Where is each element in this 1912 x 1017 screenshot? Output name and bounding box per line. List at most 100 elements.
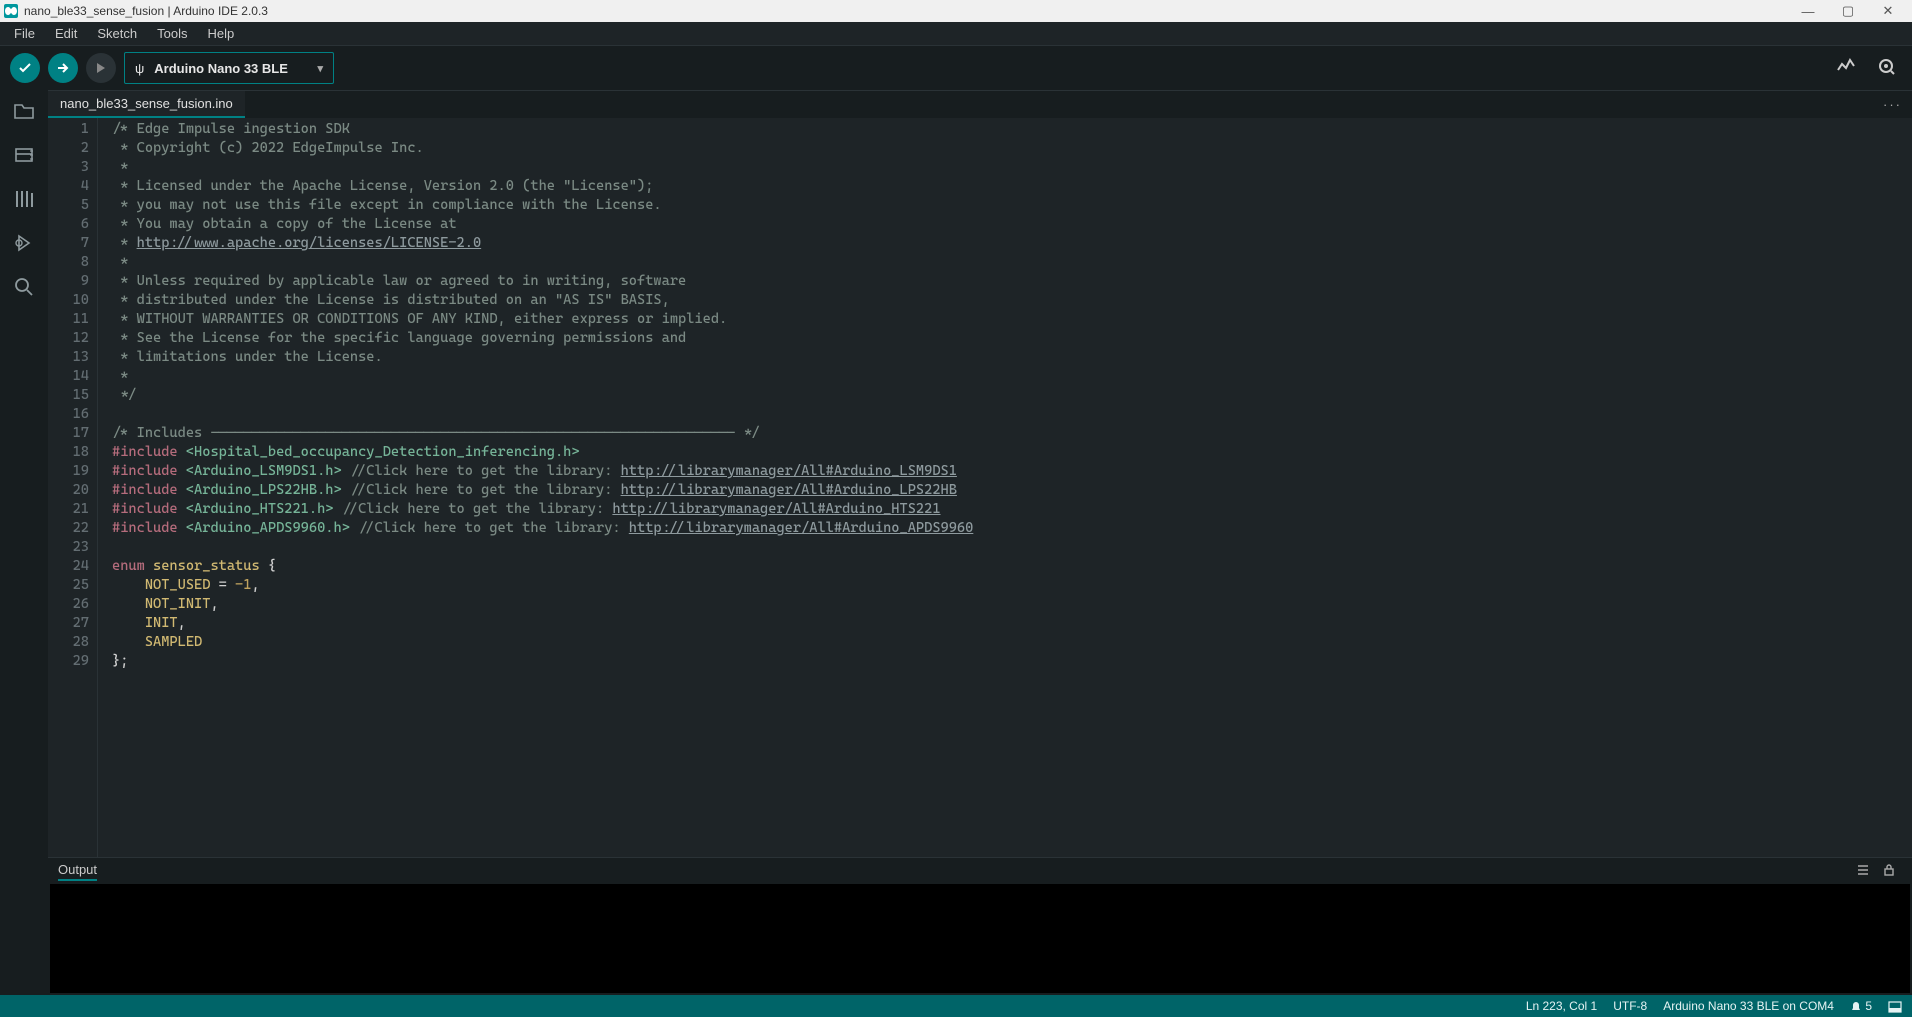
usb-icon: ψ: [135, 61, 144, 76]
folder-icon: [13, 100, 35, 122]
line-number: 17: [48, 424, 89, 443]
library-icon: [13, 188, 35, 210]
titlebar: nano_ble33_sense_fusion | Arduino IDE 2.…: [0, 0, 1912, 22]
line-number: 22: [48, 519, 89, 538]
output-body: [50, 884, 1910, 993]
wrap-icon: [1856, 863, 1870, 877]
sidebar: [0, 90, 48, 995]
close-button[interactable]: ✕: [1868, 3, 1908, 19]
board-name: Arduino Nano 33 BLE: [154, 61, 288, 76]
code-line: };: [112, 652, 1912, 671]
status-cursor[interactable]: Ln 223, Col 1: [1526, 999, 1597, 1013]
code-line: * WITHOUT WARRANTIES OR CONDITIONS OF AN…: [112, 310, 1912, 329]
sidebar-sketchbook[interactable]: [11, 98, 37, 124]
code-line: * distributed under the License is distr…: [112, 291, 1912, 310]
debug-icon: [13, 232, 35, 254]
code-line: INIT,: [112, 614, 1912, 633]
editor-column: nano_ble33_sense_fusion.ino ··· 12345678…: [48, 90, 1912, 995]
board-icon: [13, 144, 35, 166]
line-number: 28: [48, 633, 89, 652]
code-editor[interactable]: 1234567891011121314151617181920212223242…: [48, 118, 1912, 857]
maximize-button[interactable]: ▢: [1828, 3, 1868, 19]
code-line: [112, 538, 1912, 557]
code-line: *: [112, 367, 1912, 386]
tab-more-button[interactable]: ···: [1873, 91, 1912, 118]
serial-plotter-button[interactable]: [1830, 56, 1862, 81]
arrow-right-icon: [55, 60, 71, 76]
status-close-panel[interactable]: [1888, 999, 1902, 1013]
upload-button[interactable]: [48, 53, 78, 83]
line-gutter: 1234567891011121314151617181920212223242…: [48, 118, 98, 857]
sidebar-search[interactable]: [11, 274, 37, 300]
code-line: * Copyright (c) 2022 EdgeImpulse Inc.: [112, 139, 1912, 158]
line-number: 9: [48, 272, 89, 291]
line-number: 15: [48, 386, 89, 405]
main-row: nano_ble33_sense_fusion.ino ··· 12345678…: [0, 90, 1912, 995]
debug-button[interactable]: [86, 53, 116, 83]
tab-active[interactable]: nano_ble33_sense_fusion.ino: [48, 91, 245, 118]
statusbar: Ln 223, Col 1 UTF-8 Arduino Nano 33 BLE …: [0, 995, 1912, 1017]
menu-help[interactable]: Help: [197, 24, 244, 43]
code-line: */: [112, 386, 1912, 405]
check-icon: [17, 60, 33, 76]
code-line: * limitations under the License.: [112, 348, 1912, 367]
board-selector[interactable]: ψ Arduino Nano 33 BLE ▾: [124, 52, 334, 84]
code-line: *: [112, 158, 1912, 177]
menu-edit[interactable]: Edit: [45, 24, 87, 43]
code-line: #include <Arduino_LPS22HB.h> //Click her…: [112, 481, 1912, 500]
output-wrap-icon[interactable]: [1850, 863, 1876, 880]
code-line: * You may obtain a copy of the License a…: [112, 215, 1912, 234]
code-line: NOT_USED = -1,: [112, 576, 1912, 595]
plotter-icon: [1836, 56, 1856, 76]
serial-monitor-button[interactable]: [1870, 56, 1902, 81]
code-lines: /* Edge Impulse ingestion SDK * Copyrigh…: [98, 118, 1912, 857]
line-number: 7: [48, 234, 89, 253]
bell-icon: [1850, 1001, 1862, 1013]
sidebar-debug[interactable]: [11, 230, 37, 256]
line-number: 5: [48, 196, 89, 215]
line-number: 27: [48, 614, 89, 633]
code-line: /* Includes ----------------------------…: [112, 424, 1912, 443]
line-number: 12: [48, 329, 89, 348]
code-line: SAMPLED: [112, 633, 1912, 652]
sidebar-boards-manager[interactable]: [11, 142, 37, 168]
line-number: 8: [48, 253, 89, 272]
menu-sketch[interactable]: Sketch: [87, 24, 147, 43]
sidebar-library-manager[interactable]: [11, 186, 37, 212]
output-title: Output: [58, 862, 97, 881]
line-number: 25: [48, 576, 89, 595]
line-number: 13: [48, 348, 89, 367]
line-number: 6: [48, 215, 89, 234]
menubar: File Edit Sketch Tools Help: [0, 22, 1912, 46]
tab-label: nano_ble33_sense_fusion.ino: [60, 96, 233, 111]
line-number: 11: [48, 310, 89, 329]
status-encoding[interactable]: UTF-8: [1613, 999, 1647, 1013]
window-title: nano_ble33_sense_fusion | Arduino IDE 2.…: [24, 4, 268, 18]
lock-icon: [1882, 863, 1896, 877]
output-lock-icon[interactable]: [1876, 863, 1902, 880]
code-line: * you may not use this file except in co…: [112, 196, 1912, 215]
line-number: 21: [48, 500, 89, 519]
code-line: enum sensor_status {: [112, 557, 1912, 576]
menu-file[interactable]: File: [4, 24, 45, 43]
line-number: 26: [48, 595, 89, 614]
code-line: *: [112, 253, 1912, 272]
code-line: * Unless required by applicable law or a…: [112, 272, 1912, 291]
status-board[interactable]: Arduino Nano 33 BLE on COM4: [1663, 999, 1834, 1013]
verify-button[interactable]: [10, 53, 40, 83]
minimize-button[interactable]: —: [1788, 4, 1828, 19]
line-number: 1: [48, 120, 89, 139]
menu-tools[interactable]: Tools: [147, 24, 197, 43]
code-line: NOT_INIT,: [112, 595, 1912, 614]
code-line: #include <Hospital_bed_occupancy_Detecti…: [112, 443, 1912, 462]
output-panel: Output: [48, 857, 1912, 995]
toolbar: ψ Arduino Nano 33 BLE ▾: [0, 46, 1912, 90]
code-line: * Licensed under the Apache License, Ver…: [112, 177, 1912, 196]
line-number: 2: [48, 139, 89, 158]
code-line: * See the License for the specific langu…: [112, 329, 1912, 348]
code-line: #include <Arduino_HTS221.h> //Click here…: [112, 500, 1912, 519]
arduino-logo-icon: [4, 4, 18, 18]
line-number: 20: [48, 481, 89, 500]
line-number: 18: [48, 443, 89, 462]
status-notifications[interactable]: 5: [1850, 999, 1872, 1013]
